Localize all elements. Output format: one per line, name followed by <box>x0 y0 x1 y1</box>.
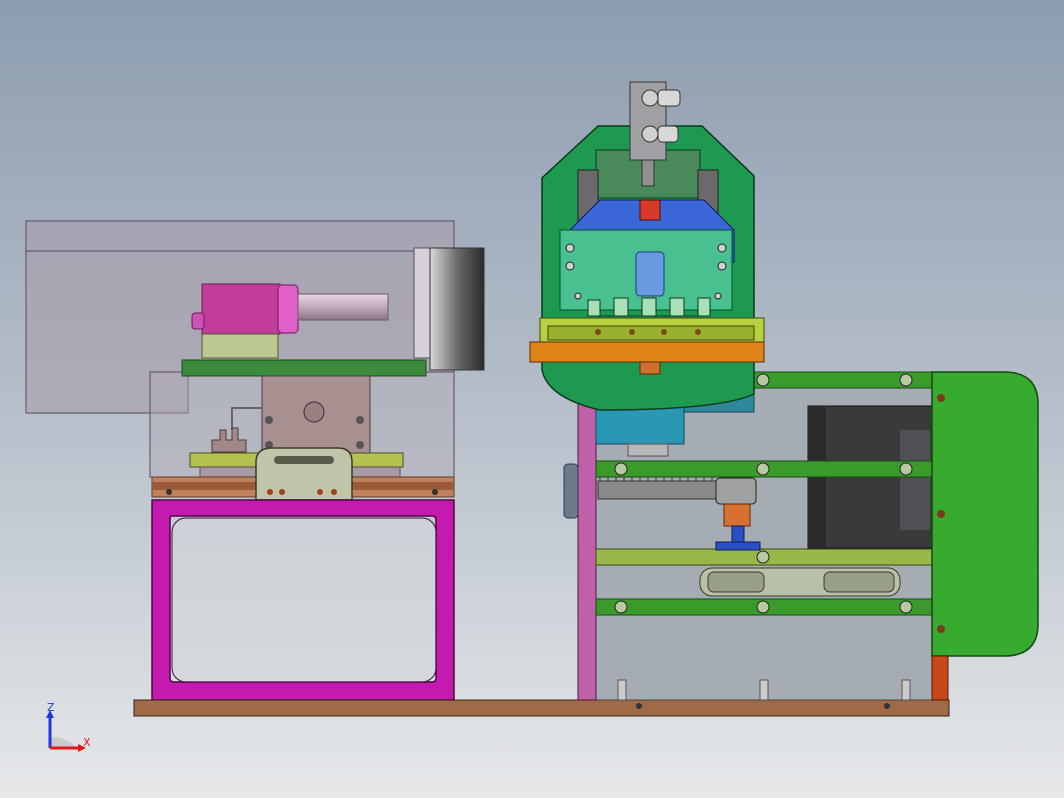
blue-base <box>715 541 761 551</box>
magenta-post <box>577 371 597 701</box>
orange-press-plate <box>529 341 765 363</box>
valve-port <box>641 125 659 143</box>
die-base-inner <box>547 325 755 341</box>
orange-leg <box>931 655 949 701</box>
machine-base-plate <box>133 699 950 717</box>
x-axis-label: X <box>83 736 91 749</box>
bolt <box>356 416 364 424</box>
cylinder-end-cap <box>277 284 299 334</box>
bolt <box>331 489 337 495</box>
bolt <box>884 703 890 709</box>
bolt <box>636 703 642 709</box>
cylinder-mount-block <box>201 333 279 359</box>
blue-shaft <box>731 525 745 545</box>
bolt <box>432 489 438 495</box>
bolt <box>166 489 172 495</box>
foot-pin <box>759 679 769 701</box>
pinion-gear <box>715 477 757 505</box>
bolt <box>937 394 945 402</box>
foot-pin <box>901 679 911 701</box>
z-axis-label: Z <box>47 701 55 714</box>
red-pin <box>639 199 661 221</box>
green-base-plate <box>181 359 427 377</box>
pulley-right <box>823 571 895 593</box>
motor-coupler <box>627 443 669 457</box>
bolt <box>279 489 285 495</box>
pulley-left <box>707 571 765 593</box>
side-knob <box>563 463 579 519</box>
center-hole <box>303 401 325 423</box>
bolt <box>267 489 273 495</box>
bolt <box>265 416 273 424</box>
valve-port <box>641 89 659 107</box>
motor-fins <box>900 430 930 530</box>
gear-hub <box>723 503 751 527</box>
cylinder-body <box>201 283 281 335</box>
cylinder-rod <box>297 293 389 321</box>
bolt <box>317 489 323 495</box>
roller-wheel <box>429 247 485 371</box>
handle-slot <box>274 456 334 464</box>
stand-opening <box>171 517 437 683</box>
bolt <box>356 441 364 449</box>
valve-fitting <box>657 125 679 143</box>
press-spindle <box>639 361 661 375</box>
die-slot <box>635 251 665 297</box>
foot-pin <box>617 679 627 701</box>
valve-fitting <box>657 89 681 107</box>
green-side-cover[interactable] <box>931 371 1039 657</box>
bolt <box>937 510 945 518</box>
cylinder-fitting <box>191 312 205 330</box>
valve-rod <box>641 159 655 187</box>
cad-assembly-drawing[interactable]: Z X <box>0 0 1064 798</box>
cad-viewport[interactable]: Z X <box>0 0 1064 798</box>
roller-bracket <box>413 247 433 359</box>
bolt <box>937 625 945 633</box>
